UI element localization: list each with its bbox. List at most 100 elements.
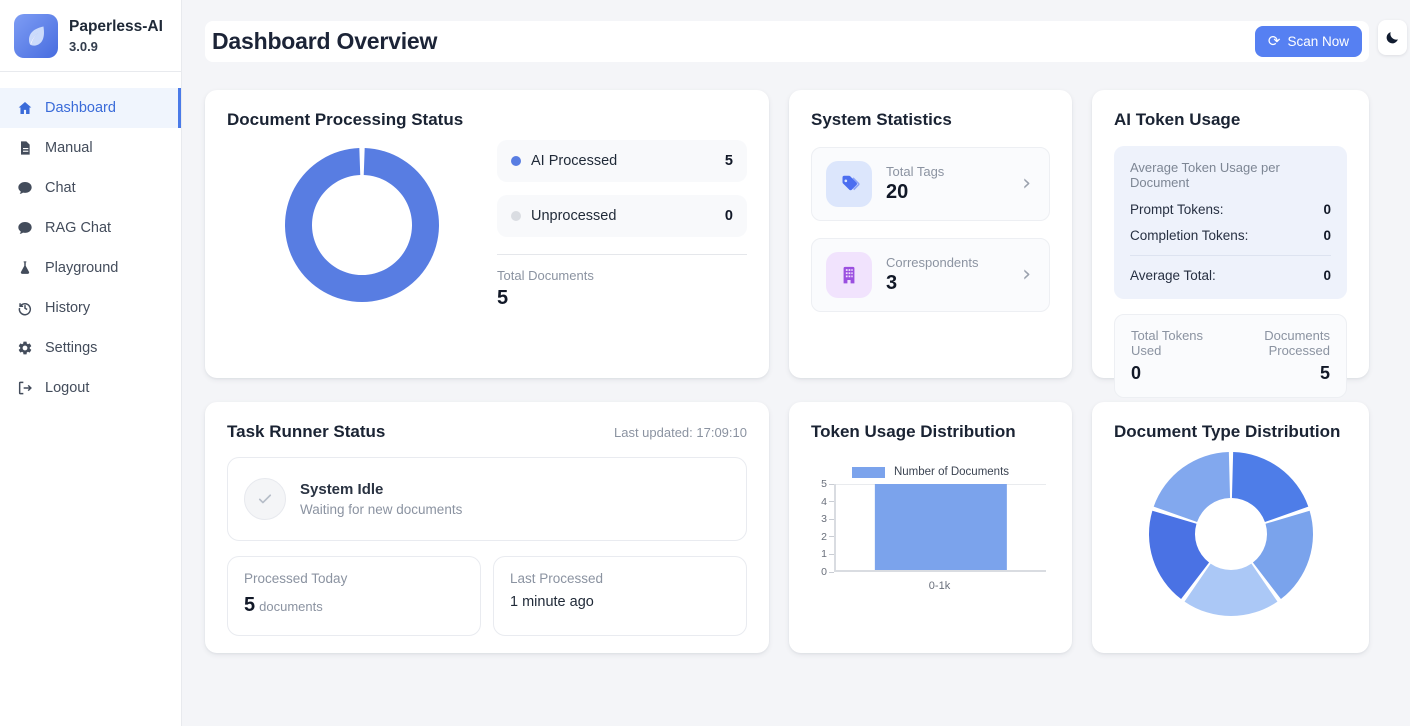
legend-swatch <box>852 467 885 478</box>
card-title: Document Processing Status <box>227 110 747 130</box>
prompt-tokens-label: Prompt Tokens: <box>1130 202 1224 217</box>
stat-row-correspondents[interactable]: Correspondents 3 › <box>811 238 1050 312</box>
completion-tokens-row: Completion Tokens: 0 <box>1130 228 1331 243</box>
legend-dot <box>511 211 521 221</box>
processed-today-label: Processed Today <box>244 571 464 586</box>
card-token-usage-distribution: Token Usage Distribution Number of Docum… <box>789 402 1072 653</box>
moon-icon <box>1385 30 1400 45</box>
x-axis-category-label: 0-1k <box>811 580 1050 592</box>
main-content: Dashboard Overview ⟳ Scan Now Document P… <box>182 0 1410 726</box>
total-documents-value: 5 <box>497 287 747 310</box>
card-title: Task Runner Status <box>227 422 385 442</box>
processed-today-box: Processed Today 5 documents <box>227 556 481 636</box>
total-tokens-used-label: Total Tokens Used <box>1131 328 1220 358</box>
legend-value: 5 <box>725 153 733 169</box>
average-total-label: Average Total: <box>1130 268 1216 283</box>
sync-icon: ⟳ <box>1268 34 1281 49</box>
average-total-row: Average Total: 0 <box>1130 268 1331 283</box>
dashboard-grid: Document Processing Status AI Processed … <box>205 90 1369 653</box>
check-circle-icon <box>244 478 286 520</box>
completion-tokens-value: 0 <box>1323 228 1331 243</box>
last-processed-value: 1 minute ago <box>510 594 730 610</box>
completion-tokens-label: Completion Tokens: <box>1130 228 1248 243</box>
card-title: Token Usage Distribution <box>811 422 1050 442</box>
total-tokens-used-value: 0 <box>1131 363 1220 384</box>
app-logo: Paperless-AI 3.0.9 <box>0 0 181 71</box>
home-icon <box>17 100 33 116</box>
plot-area <box>834 484 1046 572</box>
average-total-value: 0 <box>1323 268 1331 283</box>
chevron-right-icon: › <box>1022 173 1035 195</box>
sidebar-item-label: Chat <box>45 180 76 196</box>
stat-row-total-tags[interactable]: Total Tags 20 › <box>811 147 1050 221</box>
tick-mark <box>829 572 834 573</box>
scan-now-button[interactable]: ⟳ Scan Now <box>1255 26 1362 57</box>
card-document-processing-status: Document Processing Status AI Processed … <box>205 90 769 378</box>
processed-today-unit: documents <box>259 599 323 614</box>
tick-mark <box>829 519 834 520</box>
sidebar-item-label: Settings <box>45 340 97 356</box>
tick-mark <box>829 501 834 502</box>
sidebar-item-rag-chat[interactable]: RAG Chat <box>0 208 181 248</box>
legend-label-text: Unprocessed <box>531 208 616 224</box>
y-tick-label: 5 <box>821 478 827 490</box>
processed-today-value: 5 <box>244 594 255 616</box>
documents-processed-label: Documents Processed <box>1220 328 1330 358</box>
legend-label-text: AI Processed <box>531 153 617 169</box>
avg-usage-title: Average Token Usage per Document <box>1130 160 1331 190</box>
sidebar-item-dashboard[interactable]: Dashboard <box>0 88 181 128</box>
sidebar-item-playground[interactable]: Playground <box>0 248 181 288</box>
last-processed-box: Last Processed 1 minute ago <box>493 556 747 636</box>
stat-value: 3 <box>886 272 979 295</box>
legend-series-name: Number of Documents <box>894 466 1009 478</box>
y-tick-label: 0 <box>821 566 827 578</box>
y-tick-label: 3 <box>821 513 827 525</box>
app-title-block: Paperless-AI 3.0.9 <box>69 18 163 54</box>
sidebar-item-label: Manual <box>45 140 93 156</box>
app-root: Paperless-AI 3.0.9 Dashboard Manual Chat… <box>0 0 1410 726</box>
history-icon <box>17 300 33 316</box>
sidebar-nav: Dashboard Manual Chat RAG Chat Playgroun… <box>0 72 181 408</box>
page-title: Dashboard Overview <box>212 28 437 55</box>
stat-label: Total Tags <box>886 164 944 179</box>
sidebar-item-logout[interactable]: Logout <box>0 368 181 408</box>
average-token-usage-box: Average Token Usage per Document Prompt … <box>1114 146 1347 299</box>
chevron-right-icon: › <box>1022 264 1035 286</box>
y-tick-label: 4 <box>821 496 827 508</box>
legend-row-ai-processed: AI Processed 5 <box>497 140 747 182</box>
divider <box>497 254 747 255</box>
theme-toggle-button[interactable] <box>1378 20 1407 55</box>
card-system-statistics: System Statistics Total Tags 20 › <box>789 90 1072 378</box>
app-version: 3.0.9 <box>69 39 163 54</box>
divider <box>1130 255 1331 256</box>
sidebar-item-settings[interactable]: Settings <box>0 328 181 368</box>
token-usage-bar-chart: 012345 <box>811 484 1050 572</box>
legend-row-unprocessed: Unprocessed 0 <box>497 195 747 237</box>
sidebar-item-manual[interactable]: Manual <box>0 128 181 168</box>
chat-icon <box>17 180 33 196</box>
document-type-donut-chart <box>1114 451 1347 617</box>
sidebar-item-chat[interactable]: Chat <box>0 168 181 208</box>
bar-chart-legend: Number of Documents <box>811 466 1050 478</box>
tick-mark <box>829 536 834 537</box>
prompt-tokens-row: Prompt Tokens: 0 <box>1130 202 1331 217</box>
stat-label: Correspondents <box>886 255 979 270</box>
processing-legend: AI Processed 5 Unprocessed 0 T <box>497 140 747 310</box>
sidebar: Paperless-AI 3.0.9 Dashboard Manual Chat… <box>0 0 182 726</box>
y-tick-label: 2 <box>821 531 827 543</box>
card-title: System Statistics <box>811 110 1050 130</box>
card-document-type-distribution: Document Type Distribution <box>1092 402 1369 653</box>
prompt-tokens-value: 0 <box>1323 202 1331 217</box>
sidebar-item-history[interactable]: History <box>0 288 181 328</box>
bar-0-1k <box>875 484 1007 570</box>
chat-icon <box>17 220 33 236</box>
status-title: System Idle <box>300 481 462 498</box>
sidebar-item-label: Logout <box>45 380 89 396</box>
sidebar-item-label: History <box>45 300 90 316</box>
leaf-logo-icon <box>14 14 58 58</box>
card-ai-token-usage: AI Token Usage Average Token Usage per D… <box>1092 90 1369 378</box>
sidebar-item-label: Playground <box>45 260 118 276</box>
building-icon <box>826 252 872 298</box>
file-icon <box>17 140 33 156</box>
app-title: Paperless-AI <box>69 18 163 37</box>
